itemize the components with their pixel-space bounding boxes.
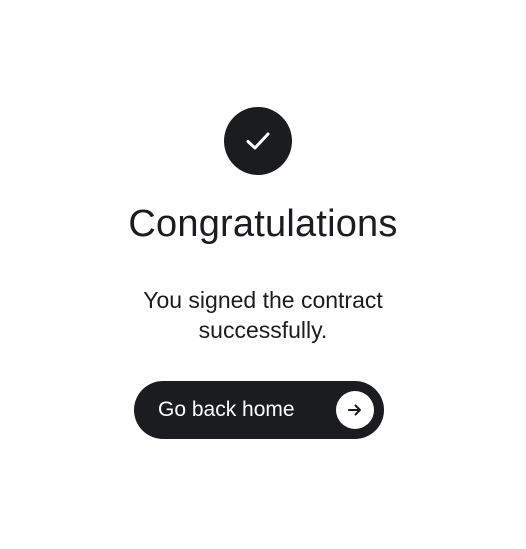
arrow-right-icon bbox=[336, 391, 374, 429]
checkmark-badge bbox=[224, 107, 292, 175]
success-message: You signed the contract successfully. bbox=[143, 287, 383, 343]
button-label: Go back home bbox=[158, 398, 295, 421]
checkmark-icon bbox=[240, 123, 276, 159]
go-back-home-button[interactable]: Go back home bbox=[134, 381, 384, 439]
page-title: Congratulations bbox=[128, 203, 398, 245]
